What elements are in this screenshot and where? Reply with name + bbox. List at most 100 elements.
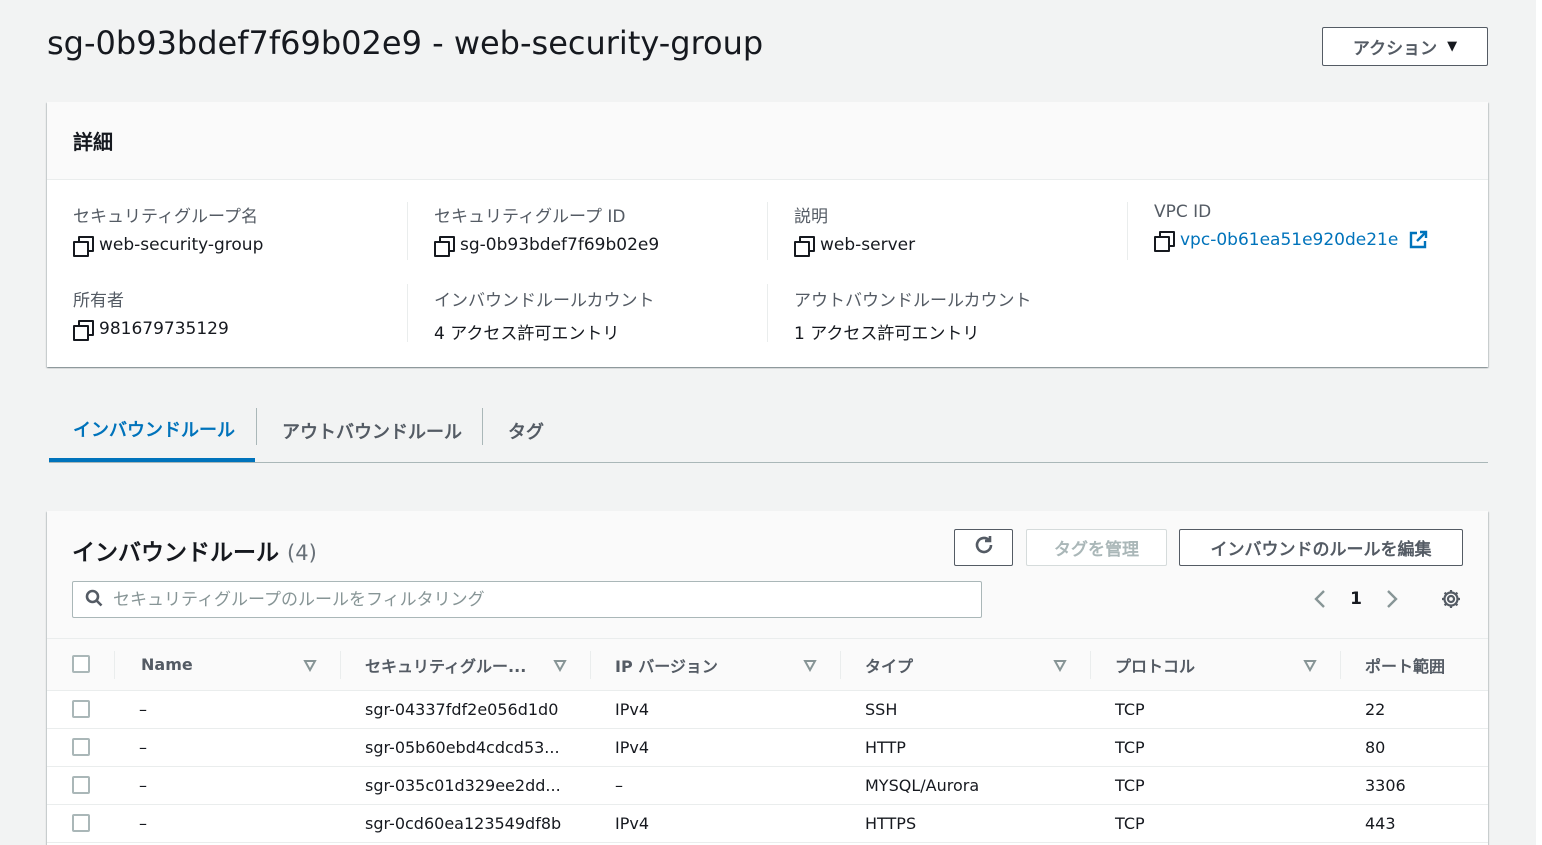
chevron-right-icon[interactable] (1381, 586, 1403, 612)
column-header-name[interactable]: Name (141, 639, 193, 690)
column-header-type[interactable]: タイプ (865, 639, 913, 690)
rules-filter (72, 581, 982, 618)
tab-tags[interactable]: タグ (508, 400, 544, 462)
row-checkbox[interactable] (72, 700, 90, 718)
inbound-rules-panel: インバウンドルール (4) タグを管理 インバウンドのルールを編集 1 (47, 511, 1488, 845)
field-inbound-count: インバウンドルールカウント 4 アクセス許可エントリ (434, 286, 655, 344)
field-value: 4 アクセス許可エントリ (434, 324, 620, 344)
details-heading: 詳細 (73, 130, 113, 154)
refresh-icon (973, 534, 995, 561)
field-label: セキュリティグループ ID (434, 207, 626, 227)
cell-type: HTTP (865, 738, 906, 757)
sort-icon[interactable] (303, 658, 317, 672)
description-value: web-server (820, 235, 916, 255)
tab-inbound-rules[interactable]: インバウンドルール (49, 400, 255, 462)
rules-header: インバウンドルール (4) タグを管理 インバウンドのルールを編集 1 (47, 511, 1488, 638)
field-label: 所有者 (73, 291, 124, 311)
sort-icon[interactable] (1303, 658, 1317, 672)
cell-rule-id: sgr-0cd60ea123549df8b (365, 814, 562, 833)
copy-icon[interactable] (794, 236, 815, 257)
cell-type: HTTPS (865, 814, 917, 833)
sg-name-value: web-security-group (99, 235, 264, 255)
field-label: セキュリティグループ名 (73, 207, 258, 227)
cell-protocol: TCP (1115, 700, 1145, 719)
edit-inbound-rules-button[interactable]: インバウンドのルールを編集 (1179, 529, 1463, 566)
column-divider (407, 202, 408, 260)
cell-name: – (139, 776, 147, 795)
tab-bar: インバウンドルール アウトバウンドルール タグ (49, 400, 1488, 463)
copy-icon[interactable] (1154, 231, 1175, 252)
cell-type: MYSQL/Aurora (865, 776, 980, 795)
field-vpc-id: VPC ID vpc-0b61ea51e920de21e (1154, 202, 1428, 252)
cell-port-range: 443 (1365, 814, 1396, 833)
details-panel: 詳細 セキュリティグループ名 web-security-group 所有者 98… (47, 102, 1488, 367)
tab-outbound-rules[interactable]: アウトバウンドルール (282, 400, 462, 462)
column-header-protocol[interactable]: プロトコル (1115, 639, 1195, 690)
actions-button[interactable]: アクション ▼ (1322, 27, 1488, 66)
column-separator (114, 651, 115, 679)
cell-ip-version: IPv4 (615, 814, 650, 833)
chevron-left-icon[interactable] (1309, 586, 1331, 612)
rules-count: (4) (287, 541, 317, 565)
column-separator (1090, 651, 1091, 679)
column-divider (767, 284, 768, 342)
field-label: インバウンドルールカウント (434, 291, 655, 311)
vpc-id-link[interactable]: vpc-0b61ea51e920de21e (1180, 230, 1398, 250)
table-header: Name セキュリティグルー... IP バージョン タイプ プロトコル ポート… (47, 638, 1488, 691)
caret-down-icon: ▼ (1447, 39, 1458, 54)
page-title: sg-0b93bdef7f69b02e9 - web-security-grou… (47, 24, 764, 62)
column-divider (767, 202, 768, 260)
table-row[interactable]: – sgr-035c01d329ee2dd... – MYSQL/Aurora … (47, 767, 1488, 805)
cell-ip-version: – (615, 776, 623, 795)
column-header-ip-version[interactable]: IP バージョン (615, 639, 718, 690)
row-checkbox[interactable] (72, 776, 90, 794)
rules-title: インバウンドルール (4) (72, 533, 317, 567)
cell-rule-id: sgr-035c01d329ee2dd... (365, 776, 561, 795)
external-link-icon[interactable] (1408, 230, 1428, 250)
select-all-checkbox[interactable] (72, 655, 90, 673)
field-description: 説明 web-server (794, 202, 916, 257)
details-header: 詳細 (47, 102, 1488, 180)
rules-filter-input[interactable] (113, 589, 973, 610)
actions-label: アクション (1352, 39, 1438, 59)
sort-icon[interactable] (1053, 658, 1067, 672)
cell-name: – (139, 814, 147, 833)
rules-title-text: インバウンドルール (72, 540, 279, 566)
table-row[interactable]: – sgr-0cd60ea123549df8b IPv4 HTTPS TCP 4… (47, 805, 1488, 843)
cell-rule-id: sgr-04337fdf2e056d1d0 (365, 700, 559, 719)
field-sg-id: セキュリティグループ ID sg-0b93bdef7f69b02e9 (434, 202, 660, 257)
field-value: 981679735129 (73, 319, 229, 341)
table-row[interactable]: – sgr-05b60ebd4cdcd53... IPv4 HTTP TCP 8… (47, 729, 1488, 767)
sort-icon[interactable] (803, 658, 817, 672)
field-label: 説明 (794, 207, 828, 227)
gear-icon[interactable] (1439, 586, 1463, 612)
column-separator (340, 651, 341, 679)
field-label: VPC ID (1154, 202, 1212, 222)
field-value: 1 アクセス許可エントリ (794, 324, 980, 344)
cell-port-range: 80 (1365, 738, 1386, 757)
column-divider (407, 284, 408, 342)
sg-id-value: sg-0b93bdef7f69b02e9 (460, 235, 660, 255)
column-header-rule-id[interactable]: セキュリティグルー... (365, 639, 526, 690)
scrollbar-track[interactable] (1536, 0, 1542, 845)
copy-icon[interactable] (73, 236, 94, 257)
page-number[interactable]: 1 (1343, 586, 1369, 612)
column-separator (1340, 651, 1341, 679)
row-checkbox[interactable] (72, 738, 90, 756)
manage-tags-button[interactable]: タグを管理 (1026, 529, 1167, 566)
field-value: sg-0b93bdef7f69b02e9 (434, 235, 660, 257)
copy-icon[interactable] (434, 236, 455, 257)
column-header-port-range[interactable]: ポート範囲 (1365, 639, 1445, 690)
copy-icon[interactable] (73, 320, 94, 341)
cell-port-range: 3306 (1365, 776, 1406, 795)
row-checkbox[interactable] (72, 814, 90, 832)
field-value: web-security-group (73, 235, 264, 257)
cell-protocol: TCP (1115, 776, 1145, 795)
table-row[interactable]: – sgr-04337fdf2e056d1d0 IPv4 SSH TCP 22 (47, 691, 1488, 729)
field-value: web-server (794, 235, 916, 257)
sort-icon[interactable] (553, 658, 567, 672)
refresh-button[interactable] (954, 529, 1013, 566)
cell-name: – (139, 700, 147, 719)
cell-protocol: TCP (1115, 738, 1145, 757)
cell-ip-version: IPv4 (615, 700, 650, 719)
